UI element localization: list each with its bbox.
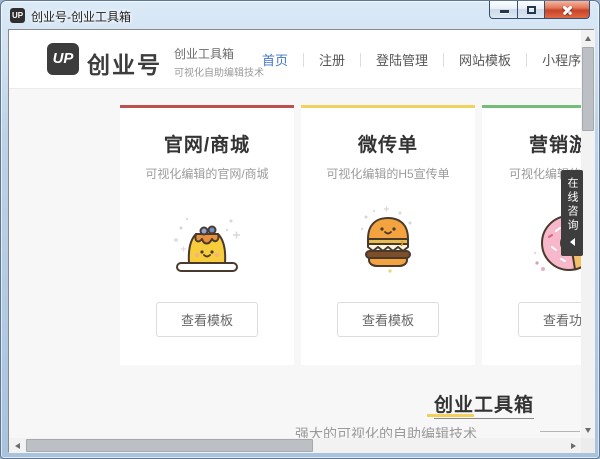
maximize-icon — [527, 6, 536, 14]
view-templates-button[interactable]: 查看模板 — [336, 302, 439, 337]
window-title: 创业号-创业工具箱 — [31, 10, 131, 24]
section-subheading: 强大的可视化的自助编辑技术 — [295, 426, 477, 438]
vertical-scroll-thumb[interactable] — [582, 47, 594, 131]
nav-item-site-templates[interactable]: 网站模板 — [444, 46, 526, 73]
card-title: 官网/商城 — [163, 135, 251, 156]
arrow-down-icon — [585, 427, 591, 433]
scrollbar-corner — [581, 438, 595, 453]
minimize-icon — [499, 10, 509, 13]
scroll-right-button[interactable] — [565, 438, 581, 453]
close-icon — [562, 4, 573, 16]
horizontal-scroll-thumb[interactable] — [26, 439, 313, 452]
arrow-right-icon — [570, 442, 576, 449]
maximize-button[interactable] — [518, 1, 545, 19]
close-button[interactable] — [545, 1, 590, 19]
card-title: 营销游戏 — [528, 135, 581, 156]
vertical-scrollbar[interactable] — [581, 30, 595, 438]
consult-tab-label: 在线咨询 — [566, 177, 578, 233]
scroll-down-button[interactable] — [581, 422, 595, 438]
card-title: 微传单 — [357, 135, 418, 156]
app-window: UP 创业号-创业工具箱 UP 创业号 创业工具箱 可视化自助编辑技术 首页 注… — [0, 0, 600, 459]
consult-tab[interactable]: 在线咨询 — [561, 170, 583, 256]
section-divider — [540, 431, 580, 432]
card-subtitle: 可视化编辑的H5宣传单 — [326, 167, 450, 181]
nav-item-login[interactable]: 登陆管理 — [361, 46, 443, 73]
card-website-shop: 官网/商城 可视化编辑的官网/商城 查看模板 — [120, 105, 294, 365]
cards-row: 官网/商城 可视化编辑的官网/商城 查看模板 微传单 可视化编辑的H5宣传单 查… — [120, 105, 581, 365]
view-templates-button[interactable]: 查看模板 — [155, 302, 258, 337]
arrow-left-icon — [14, 442, 20, 449]
page: UP 创业号 创业工具箱 可视化自助编辑技术 首页 注册 登陆管理 网站模板 小… — [9, 30, 581, 438]
page-viewport: UP 创业号 创业工具箱 可视化自助编辑技术 首页 注册 登陆管理 网站模板 小… — [9, 30, 581, 438]
nav-item-register[interactable]: 注册 — [304, 46, 360, 73]
nav-item-home[interactable]: 首页 — [247, 46, 303, 73]
scroll-up-button[interactable] — [581, 30, 595, 46]
main-nav: 首页 注册 登陆管理 网站模板 小程序模板 — [247, 30, 581, 89]
horizontal-scrollbar[interactable] — [9, 438, 581, 453]
section-heading: 创业工具箱 — [9, 390, 581, 419]
browser-content: UP 创业号 创业工具箱 可视化自助编辑技术 首页 注册 登陆管理 网站模板 小… — [8, 29, 595, 453]
burger-icon — [342, 197, 434, 289]
arrow-left-icon — [569, 238, 575, 246]
pudding-icon — [161, 197, 253, 289]
card-flyer: 微传单 可视化编辑的H5宣传单 查看模板 — [301, 105, 475, 365]
minimize-button[interactable] — [489, 1, 518, 19]
site-header: UP 创业号 创业工具箱 可视化自助编辑技术 首页 注册 登陆管理 网站模板 小… — [9, 30, 581, 89]
scroll-left-button[interactable] — [9, 438, 25, 453]
window-icon: UP — [10, 8, 25, 23]
card-subtitle: 可视化编辑的官网/商城 — [145, 167, 269, 181]
window-controls — [489, 1, 590, 19]
view-features-button[interactable]: 查看功能 — [517, 302, 581, 337]
window-titlebar[interactable]: UP 创业号-创业工具箱 — [1, 1, 599, 29]
heading-accent-bar — [427, 414, 474, 417]
brand-name: 创业号 — [87, 52, 162, 78]
arrow-up-icon — [585, 35, 591, 41]
nav-item-miniprogram-templates[interactable]: 小程序模板 — [527, 46, 581, 73]
brand-logo[interactable]: UP — [47, 43, 79, 75]
